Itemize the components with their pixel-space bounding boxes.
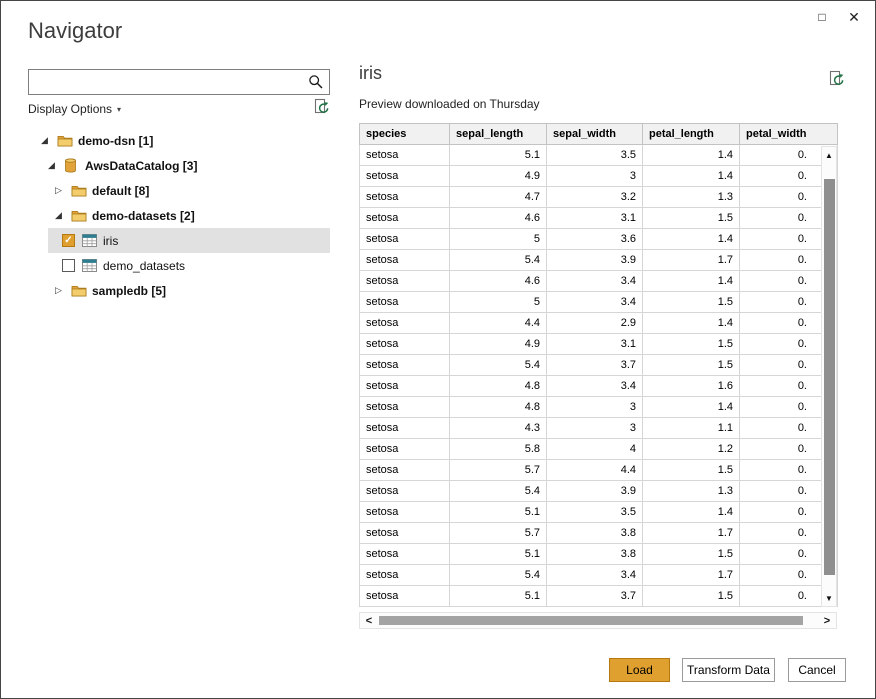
close-icon: ✕ — [848, 9, 860, 26]
table-row: setosa4.83.41.60. — [360, 376, 838, 397]
tree-item-default-8[interactable]: ▷ default [8] — [1, 178, 347, 203]
scroll-left-icon[interactable]: < — [361, 613, 377, 628]
tree-item-label: demo_datasets — [103, 259, 185, 273]
table-row: setosa4.73.21.30. — [360, 187, 838, 208]
refresh-icon[interactable] — [312, 98, 331, 117]
preview-table-container: speciessepal_lengthsepal_widthpetal_leng… — [359, 123, 837, 607]
vertical-scrollbar-thumb[interactable] — [824, 179, 835, 575]
search-icon[interactable] — [308, 74, 324, 90]
folder-icon — [71, 184, 92, 197]
table-row: setosa4.931.40. — [360, 166, 838, 187]
column-header: petal_length — [643, 124, 740, 145]
table-row: setosa4.831.40. — [360, 397, 838, 418]
transform-data-button[interactable]: Transform Data — [682, 658, 775, 682]
tree-item-awsdatacatalog-3[interactable]: ◢ AwsDataCatalog [3] — [1, 153, 347, 178]
collapse-icon[interactable]: ◢ — [48, 160, 64, 171]
tree-item-label: demo-dsn [1] — [78, 134, 153, 148]
table-row: setosa5.43.41.70. — [360, 565, 838, 586]
column-header: species — [360, 124, 450, 145]
search-input[interactable] — [29, 70, 329, 94]
vertical-scrollbar[interactable]: ▲ ▼ — [821, 146, 837, 607]
folder-icon — [71, 284, 92, 297]
table-row: setosa4.42.91.40. — [360, 313, 838, 334]
display-options-dropdown[interactable]: Display Options ▾ — [28, 102, 121, 116]
tree-item-demo-dsn-1[interactable]: ◢ demo-dsn [1] — [1, 128, 347, 153]
database-icon — [64, 158, 85, 173]
folder-icon — [57, 134, 78, 147]
navigator-dialog: □ ✕ Navigator Display Options ▾ ◢ demo-ds… — [0, 0, 876, 699]
scroll-down-icon[interactable]: ▼ — [822, 591, 836, 605]
tree-item-demo-datasets-2[interactable]: ◢ demo-datasets [2] — [1, 203, 347, 228]
tree-item-label: iris — [103, 234, 118, 248]
table-row: setosa5.73.81.70. — [360, 523, 838, 544]
tree-item-label: AwsDataCatalog [3] — [85, 159, 197, 173]
close-button[interactable]: ✕ — [839, 4, 869, 30]
checkbox-iris[interactable]: ✓ — [62, 234, 75, 247]
table-row: setosa5.13.71.50. — [360, 586, 838, 607]
scroll-up-icon[interactable]: ▲ — [822, 148, 836, 162]
horizontal-scrollbar-thumb[interactable] — [379, 616, 803, 625]
expand-icon[interactable]: ▷ — [55, 285, 71, 296]
table-icon — [82, 259, 103, 272]
table-row: setosa5.43.91.70. — [360, 250, 838, 271]
chevron-down-icon: ▾ — [117, 105, 121, 114]
cancel-button[interactable]: Cancel — [788, 658, 846, 682]
column-header: sepal_width — [547, 124, 643, 145]
tree-item-sampledb-5[interactable]: ▷ sampledb [5] — [1, 278, 347, 303]
maximize-icon: □ — [818, 10, 825, 24]
table-row: setosa5.74.41.50. — [360, 460, 838, 481]
tree-item-iris[interactable]: ✓ iris — [1, 228, 347, 253]
table-row: setosa5.13.51.40. — [360, 145, 838, 166]
table-row: setosa5.13.51.40. — [360, 502, 838, 523]
search-box — [28, 69, 330, 95]
table-row: setosa4.331.10. — [360, 418, 838, 439]
table-row: setosa5.13.81.50. — [360, 544, 838, 565]
scroll-right-icon[interactable]: > — [819, 613, 835, 628]
table-row: setosa53.61.40. — [360, 229, 838, 250]
preview-subtitle: Preview downloaded on Thursday — [359, 97, 540, 111]
table-row: setosa53.41.50. — [360, 292, 838, 313]
table-row: setosa4.63.11.50. — [360, 208, 838, 229]
preview-refresh-icon[interactable] — [827, 70, 846, 89]
tree-item-demo-datasets[interactable]: demo_datasets — [1, 253, 347, 278]
column-header: petal_width — [740, 124, 838, 145]
table-row: setosa5.43.91.30. — [360, 481, 838, 502]
tree: ◢ demo-dsn [1] ◢ AwsDataCatalog [3] ▷ default… — [1, 128, 347, 303]
tree-item-label: default [8] — [92, 184, 149, 198]
preview-table: speciessepal_lengthsepal_widthpetal_leng… — [359, 123, 838, 607]
load-button[interactable]: Load — [609, 658, 670, 682]
table-icon — [82, 234, 103, 247]
column-header: sepal_length — [450, 124, 547, 145]
maximize-button[interactable]: □ — [807, 4, 837, 30]
preview-title: iris — [359, 63, 382, 84]
collapse-icon[interactable]: ◢ — [55, 210, 71, 221]
checkbox-demo-datasets[interactable] — [62, 259, 75, 272]
horizontal-scrollbar[interactable]: < > — [359, 612, 837, 629]
folder-icon — [71, 209, 92, 222]
table-row: setosa4.63.41.40. — [360, 271, 838, 292]
table-row: setosa5.841.20. — [360, 439, 838, 460]
expand-icon[interactable]: ▷ — [55, 185, 71, 196]
table-row: setosa4.93.11.50. — [360, 334, 838, 355]
tree-item-label: demo-datasets [2] — [92, 209, 195, 223]
collapse-icon[interactable]: ◢ — [41, 135, 57, 146]
display-options-label: Display Options — [28, 102, 112, 116]
table-row: setosa5.43.71.50. — [360, 355, 838, 376]
tree-item-label: sampledb [5] — [92, 284, 166, 298]
dialog-title: Navigator — [28, 18, 122, 44]
